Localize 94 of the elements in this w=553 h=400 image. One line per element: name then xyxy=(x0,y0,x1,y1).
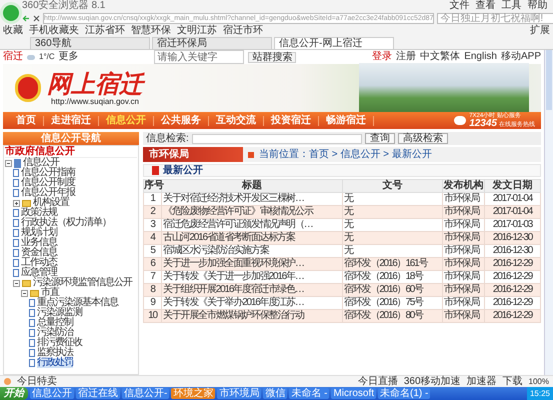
menu-item[interactable]: 查看 xyxy=(472,1,498,11)
tree-item[interactable]: 监察执法 xyxy=(37,348,73,358)
tree-item[interactable]: 重点污染源基本信息 xyxy=(37,298,118,308)
status-link[interactable]: 今日特卖 xyxy=(17,376,57,386)
more-link[interactable]: 更多 xyxy=(58,52,79,62)
tree-item[interactable]: 排污费征收 xyxy=(37,338,82,348)
sidebar-section[interactable]: 市政府信息公开 xyxy=(5,146,75,157)
section-title: 最新公开 xyxy=(163,166,203,176)
taskbar-item[interactable]: 未命名 - xyxy=(289,388,330,399)
browser-tab[interactable]: 360导航 xyxy=(30,37,150,49)
tree-item[interactable]: 信息公开制度 xyxy=(21,178,75,188)
taskbar-item[interactable]: 市环境局 xyxy=(217,388,262,399)
tree-item[interactable]: 政策法规 xyxy=(21,208,57,218)
breadcrumb: 当前位置：首页 > 信息公开 > 最新公开 xyxy=(259,150,432,160)
header-link[interactable]: 登录 xyxy=(372,52,392,62)
status-link[interactable]: 下载 xyxy=(502,376,523,386)
search-button[interactable]: 查询 xyxy=(364,133,395,144)
taskbar-item[interactable]: 信息公开- xyxy=(122,388,170,399)
close-icon[interactable] xyxy=(33,15,40,22)
collapse-icon[interactable] xyxy=(5,160,12,166)
taskbar-item[interactable]: 宿迁在线 xyxy=(76,388,120,399)
weather-icon xyxy=(27,54,35,60)
tree-item[interactable]: 市直 xyxy=(41,288,59,298)
zoom-level[interactable]: 100% xyxy=(528,378,549,386)
collapse-icon[interactable] xyxy=(13,280,20,286)
site-search-button[interactable]: 站群搜索 xyxy=(248,52,296,62)
department-banner: 市环保局 xyxy=(143,147,243,162)
tree-item[interactable]: 总量控制 xyxy=(37,318,73,328)
header-link[interactable]: English xyxy=(464,52,497,62)
browser-logo-icon xyxy=(0,2,22,24)
tree-item[interactable]: 信息公开 xyxy=(23,158,59,168)
bookmark-link[interactable]: 智慧环保 xyxy=(131,26,171,36)
search-label: 信息检索: xyxy=(146,134,189,144)
menu-item[interactable]: 工具 xyxy=(498,1,524,11)
tree-item[interactable]: 规划计划 xyxy=(21,228,57,238)
title-link[interactable]: 关于开展全市燃煤锅炉环保整治行动 xyxy=(162,310,342,322)
taskbar-item[interactable]: 信息公开 xyxy=(30,388,74,399)
header-link[interactable]: 注册 xyxy=(396,52,416,62)
status-link[interactable]: 今日直播 xyxy=(358,376,398,386)
column-header: 文号 xyxy=(342,180,442,192)
bookmark-link[interactable]: 宿迁市环 xyxy=(223,26,263,36)
bookmark-link[interactable]: 手机收藏夹 xyxy=(29,26,79,36)
menu-item[interactable]: 帮助 xyxy=(524,1,550,11)
tree-item[interactable]: 资金信息 xyxy=(21,248,57,258)
tree-item[interactable]: 机构设置 xyxy=(33,198,69,208)
tree-item[interactable]: 行政执法（权力清单） xyxy=(21,218,111,228)
tree-item[interactable]: 信息公开年报 xyxy=(21,188,75,198)
table-cell: 宿环发（2016）80号 xyxy=(342,310,442,322)
bookmark-link[interactable]: 收藏 xyxy=(3,26,23,36)
taskbar-item[interactable]: Microsoft xyxy=(331,388,376,399)
tree-item[interactable]: 信息公开指南 xyxy=(21,168,75,178)
keyword-field[interactable] xyxy=(192,134,362,144)
site-search-field[interactable]: 请输入关键字 xyxy=(154,50,244,64)
extensions-button[interactable]: 扩展 xyxy=(530,26,550,36)
site-url: http://www.suqian.gov.cn xyxy=(51,96,139,106)
column-header: 发文日期 xyxy=(484,180,540,192)
header-link[interactable]: 移动APP xyxy=(501,52,542,62)
column-header: 序号 xyxy=(144,180,162,192)
section-icon xyxy=(152,166,159,175)
table-cell: 2016-12-29 xyxy=(484,310,540,322)
scrollbar[interactable] xyxy=(544,50,553,375)
tree-item[interactable]: 行政处罚 xyxy=(37,358,73,368)
hotline-number: 12345 xyxy=(469,118,497,128)
table-cell: 10 xyxy=(144,310,162,322)
chat-bubble-icon xyxy=(454,116,466,125)
tree-item[interactable]: 应急管理 xyxy=(21,268,57,278)
header-link[interactable]: 中文繁体 xyxy=(420,52,460,62)
taskbar-item[interactable]: 微信 xyxy=(263,388,288,399)
collapse-icon[interactable] xyxy=(21,290,28,296)
table-cell: 市环保局 xyxy=(442,310,484,322)
browser-tab[interactable]: 宿迁环保局 xyxy=(152,37,272,49)
emblem-icon xyxy=(15,74,41,102)
tree-item[interactable]: 工作动态 xyxy=(21,258,57,268)
tree-item[interactable]: 污染源环境监管信息公开 xyxy=(33,278,132,288)
browser-tab[interactable]: 信息公开-网上宿迁 xyxy=(274,37,394,49)
status-link[interactable]: 加速器 xyxy=(466,376,497,386)
taskbar-item[interactable]: 未命名(1) - xyxy=(378,388,430,399)
status-link[interactable]: 360移动加速 xyxy=(404,376,461,386)
back-icon[interactable] xyxy=(22,15,30,22)
sidebar-title: 信息公开导航 xyxy=(3,132,139,145)
clock: 15:25 xyxy=(526,387,553,400)
expand-icon[interactable] xyxy=(13,200,20,206)
search-button[interactable]: 高级检索 xyxy=(398,133,448,144)
tree-item[interactable]: 污染防治 xyxy=(37,328,73,338)
tree-item[interactable]: 业务信息 xyxy=(21,238,57,248)
start-button[interactable]: 开始 xyxy=(0,387,28,400)
temperature-text: 1°/C xyxy=(39,53,55,61)
city-label: 宿迁 xyxy=(3,52,23,62)
site-logo-title: 网上宿迁 xyxy=(47,70,143,96)
bookmark-link[interactable]: 文明江苏 xyxy=(177,26,217,36)
bookmark-link[interactable]: 江苏省环 xyxy=(85,26,125,36)
tree-item[interactable]: 污染源监测 xyxy=(37,308,82,318)
folder-icon xyxy=(22,200,31,206)
column-header: 发布机构 xyxy=(442,180,484,192)
